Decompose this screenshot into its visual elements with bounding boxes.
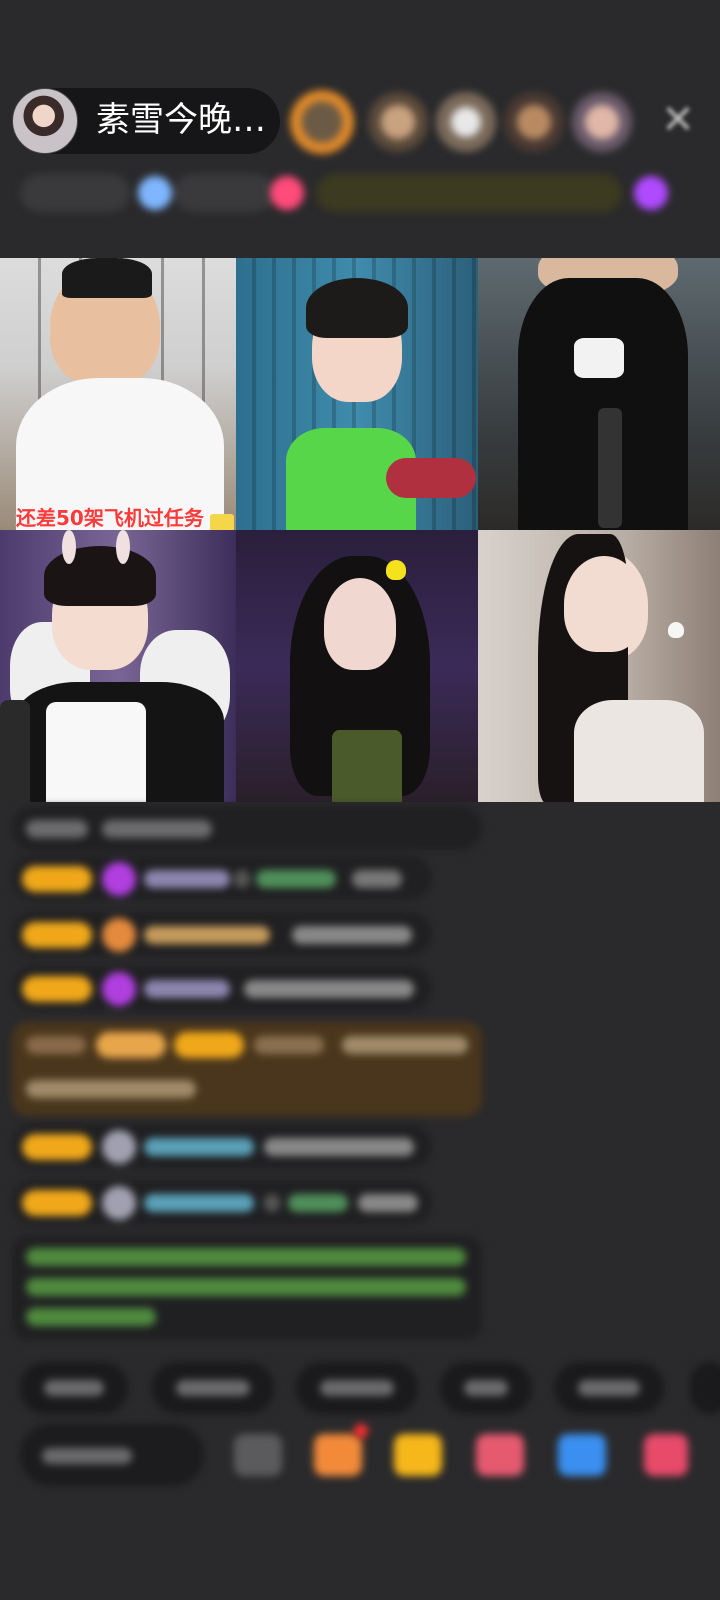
- video-tile[interactable]: [236, 530, 478, 802]
- viewer-avatar[interactable]: [436, 92, 496, 152]
- multi-guest-video-grid: 还差50架飞机过任务: [0, 258, 720, 818]
- video-tile[interactable]: [478, 530, 720, 802]
- chat-message[interactable]: [12, 912, 432, 956]
- tile-badge-icon: [210, 514, 234, 530]
- level-badge: [22, 1134, 92, 1160]
- chat-message[interactable]: [12, 966, 432, 1010]
- chat-highlight-message[interactable]: [12, 1022, 482, 1116]
- badge-icon: [102, 1186, 136, 1220]
- level-badge: [22, 1190, 92, 1216]
- fire-icon: [270, 176, 304, 210]
- quick-reply-chip[interactable]: [440, 1362, 532, 1414]
- chat-notice: [12, 806, 482, 850]
- rank-info-row[interactable]: [20, 170, 686, 216]
- quick-reply-chip[interactable]: [296, 1362, 418, 1414]
- gift-box-icon[interactable]: [314, 1434, 362, 1476]
- viewer-avatar[interactable]: [572, 92, 632, 152]
- video-tile[interactable]: [0, 530, 236, 802]
- notification-dot-icon: [354, 1424, 368, 1438]
- red-packet-icon[interactable]: [476, 1434, 524, 1476]
- video-tile[interactable]: 还差50架飞机过任务: [0, 258, 236, 530]
- level-badge: [22, 922, 92, 948]
- quick-reply-chip[interactable]: [554, 1362, 664, 1414]
- video-tile[interactable]: [236, 258, 478, 530]
- host-name: 素雪今晚…: [96, 100, 266, 140]
- gem-icon: [102, 862, 136, 896]
- viewer-avatar[interactable]: [290, 90, 354, 154]
- chat-message[interactable]: [12, 1124, 432, 1168]
- quick-reply-chip[interactable]: [690, 1362, 720, 1414]
- comment-input[interactable]: [20, 1424, 204, 1486]
- rank-pill[interactable]: [20, 174, 130, 212]
- chat-message[interactable]: [12, 1180, 432, 1224]
- gem-icon: [102, 972, 136, 1006]
- host-avatar[interactable]: [12, 88, 78, 154]
- video-tile[interactable]: [478, 258, 720, 530]
- task-caption: 还差50架飞机过任务: [16, 506, 204, 530]
- rank-badge-icon: [138, 176, 172, 210]
- quick-reply-chip[interactable]: [20, 1362, 128, 1414]
- badge-icon: [102, 918, 136, 952]
- system-notice: [12, 1236, 482, 1340]
- host-info-pill[interactable]: 素雪今晚…: [12, 88, 280, 154]
- gift-icon[interactable]: [634, 176, 668, 210]
- game-icon[interactable]: [558, 1434, 606, 1476]
- task-pill[interactable]: [316, 174, 622, 212]
- viewer-avatar[interactable]: [504, 92, 564, 152]
- quick-reply-chip[interactable]: [152, 1362, 274, 1414]
- emoji-icon[interactable]: [234, 1434, 282, 1476]
- badge-icon: [102, 1130, 136, 1164]
- level-badge: [22, 866, 92, 892]
- gift-icon[interactable]: [394, 1434, 442, 1476]
- chat-message[interactable]: [12, 856, 432, 900]
- more-icon[interactable]: [644, 1434, 688, 1476]
- viewer-avatar[interactable]: [368, 92, 428, 152]
- rank-pill[interactable]: [174, 174, 274, 212]
- close-icon[interactable]: ✕: [656, 98, 700, 142]
- level-badge: [22, 976, 92, 1002]
